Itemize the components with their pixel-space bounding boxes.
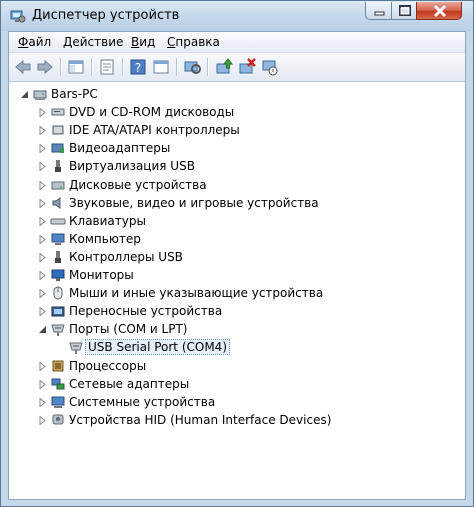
menu-view[interactable]: Вид (131, 35, 155, 49)
toolbar-separator (60, 58, 62, 76)
tree-item-label: Компьютер (69, 232, 141, 246)
forward-icon[interactable] (35, 57, 55, 77)
expand-arrow-icon[interactable] (38, 271, 47, 280)
tree-item-label: Устройства HID (Human Interface Devices) (69, 413, 332, 427)
device-tree: Bars-PC DVD и CD-ROM дисководы IDE ATA/ATA… (9, 82, 465, 499)
tree-item-label: IDE ATA/ATAPI контроллеры (69, 123, 240, 137)
mouse-icon (53, 286, 63, 300)
hid-icon (52, 414, 64, 425)
back-icon[interactable] (13, 57, 33, 77)
expand-arrow-icon[interactable] (38, 199, 47, 208)
port-icon (69, 342, 83, 354)
expand-arrow-icon[interactable] (38, 181, 47, 190)
close-button[interactable] (416, 2, 462, 20)
toolbar: ? (9, 53, 465, 82)
processor-icon (52, 360, 64, 372)
expand-arrow-icon[interactable] (38, 108, 47, 117)
update-driver-icon[interactable] (214, 57, 234, 77)
network-adapter-icon (51, 378, 65, 390)
expand-arrow-icon[interactable] (38, 217, 47, 226)
usb-virtualization-icon (55, 160, 61, 172)
scan-hardware-icon[interactable] (182, 57, 202, 77)
tree-item-label: Bars-PC (51, 87, 98, 101)
portable-device-icon (51, 306, 65, 317)
expand-arrow-icon[interactable] (38, 416, 47, 425)
disable-icon[interactable] (260, 57, 280, 77)
collapse-arrow-icon[interactable] (38, 325, 47, 334)
expand-arrow-icon[interactable] (38, 398, 47, 407)
tree-item-label: Мониторы (69, 268, 134, 282)
keyboard-icon (50, 218, 66, 225)
monitor-icon (51, 269, 65, 281)
port-icon (51, 324, 65, 336)
uninstall-icon[interactable] (237, 57, 257, 77)
properties-icon[interactable] (97, 57, 117, 77)
minimize-icon (374, 11, 385, 16)
expand-arrow-icon[interactable] (38, 380, 47, 389)
show-hide-console-tree-icon[interactable] (66, 57, 86, 77)
tree-item-label: Дисковые устройства (69, 178, 207, 192)
client-area: Файл Действие Вид Справка ? Bars-PC DVD и… (8, 31, 466, 500)
tree-item-label: Видеоадаптеры (69, 141, 171, 155)
close-icon (433, 4, 447, 18)
toolbar-separator (207, 58, 209, 76)
sound-icon (52, 197, 61, 209)
svg-text:?: ? (135, 61, 141, 75)
display-adapter-icon (51, 143, 64, 153)
tree-item-label: Системные устройства (69, 395, 216, 409)
ide-controller-icon (52, 125, 64, 135)
disk-drive-icon (51, 181, 65, 190)
tree-item-label: Процессоры (69, 359, 147, 373)
expand-arrow-icon[interactable] (38, 126, 47, 135)
minimize-button[interactable] (365, 2, 392, 20)
computer-root-icon (33, 90, 47, 100)
toolbar-separator (91, 58, 93, 76)
tree-item-label: Контроллеры USB (69, 250, 183, 264)
expand-arrow-icon[interactable] (38, 253, 47, 262)
computer-icon (51, 233, 65, 245)
title-bar[interactable]: Диспетчер устройств (1, 1, 473, 31)
expand-arrow-icon[interactable] (38, 307, 47, 316)
maximize-icon (399, 5, 411, 16)
collapse-arrow-icon[interactable] (20, 90, 29, 99)
console-icon[interactable] (151, 57, 171, 77)
expand-arrow-icon[interactable] (38, 144, 47, 153)
help-icon[interactable]: ? (128, 57, 148, 77)
tree-item-label: Сетевые адаптеры (69, 377, 190, 391)
toolbar-separator (176, 58, 178, 76)
tree-item-label: Мыши и иные указывающие устройства (69, 286, 324, 300)
usb-controller-icon (55, 251, 61, 263)
expand-arrow-icon[interactable] (38, 235, 47, 244)
tree-item-label: Звуковые, видео и игровые устройства (69, 196, 319, 210)
menu-bar: Файл Действие Вид Справка (9, 32, 465, 53)
maximize-button[interactable] (391, 2, 417, 20)
dvd-drive-icon (51, 108, 65, 116)
tree-item-label: Виртуализация USB (69, 159, 195, 173)
device-manager-window: Диспетчер устройств Файл Действие Вид Сп… (0, 0, 474, 507)
tree-item-label: Порты (COM и LPT) (69, 322, 188, 336)
menu-help[interactable]: Справка (167, 35, 220, 49)
menu-file[interactable]: Файл (18, 35, 51, 49)
tree-item-label: Клавиатуры (69, 214, 146, 228)
expand-arrow-icon[interactable] (38, 362, 47, 371)
device-manager-icon (10, 10, 26, 23)
expand-arrow-icon[interactable] (38, 162, 47, 171)
menu-action[interactable]: Действие (63, 35, 123, 49)
tree-item-label: DVD и CD-ROM дисководы (69, 105, 235, 119)
window-title: Диспетчер устройств (32, 8, 180, 23)
tree-item-label: USB Serial Port (COM4) (85, 339, 230, 355)
system-device-icon (51, 396, 65, 408)
expand-arrow-icon[interactable] (38, 289, 47, 298)
toolbar-separator (122, 58, 124, 76)
tree-item-label: Переносные устройства (69, 304, 223, 318)
